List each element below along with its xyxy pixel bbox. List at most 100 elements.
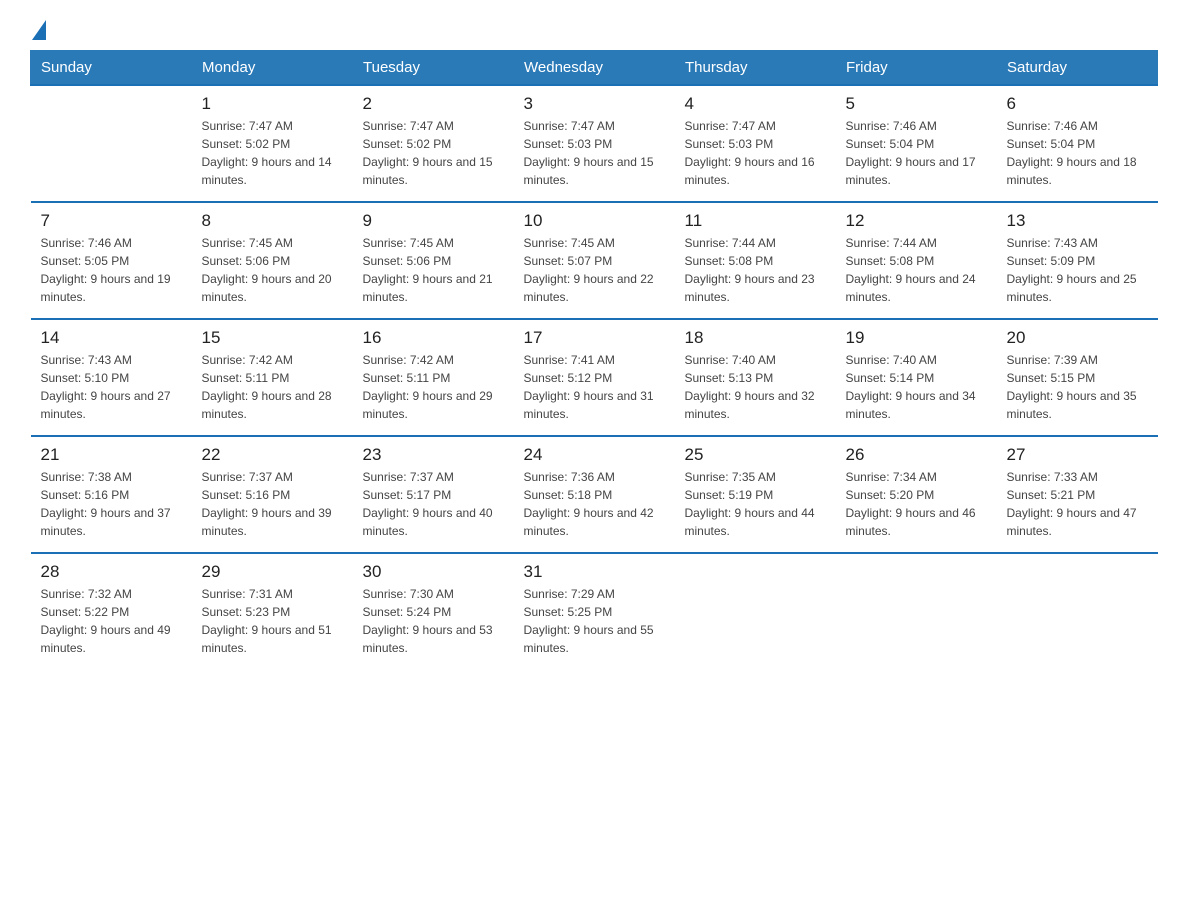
- day-info: Sunrise: 7:45 AMSunset: 5:06 PMDaylight:…: [202, 234, 343, 306]
- weekday-header-friday: Friday: [836, 51, 997, 86]
- calendar-week-row-2: 7Sunrise: 7:46 AMSunset: 5:05 PMDaylight…: [31, 202, 1158, 319]
- day-info: Sunrise: 7:43 AMSunset: 5:09 PMDaylight:…: [1007, 234, 1148, 306]
- calendar-week-row-4: 21Sunrise: 7:38 AMSunset: 5:16 PMDayligh…: [31, 436, 1158, 553]
- day-number: 13: [1007, 211, 1148, 231]
- calendar-cell: 12 Sunrise: 7:44 AMSunset: 5:08 PMDayligh…: [836, 202, 997, 319]
- day-info: Sunrise: 7:36 AMSunset: 5:18 PMDaylight:…: [524, 468, 665, 540]
- calendar-cell: 20Sunrise: 7:39 AMSunset: 5:15 PMDayligh…: [997, 319, 1158, 436]
- calendar-cell: 3 Sunrise: 7:47 AMSunset: 5:03 PMDaylight…: [514, 85, 675, 202]
- day-number: 2: [363, 94, 504, 114]
- weekday-header-row: SundayMondayTuesdayWednesdayThursdayFrid…: [31, 51, 1158, 86]
- calendar-cell: 30 Sunrise: 7:30 AMSunset: 5:24 PMDayligh…: [353, 553, 514, 669]
- calendar-cell: 5 Sunrise: 7:46 AMSunset: 5:04 PMDaylight…: [836, 85, 997, 202]
- day-number: 1: [202, 94, 343, 114]
- day-info: Sunrise: 7:37 AMSunset: 5:16 PMDaylight:…: [202, 468, 343, 540]
- calendar-cell: 11 Sunrise: 7:44 AMSunset: 5:08 PMDayligh…: [675, 202, 836, 319]
- calendar-cell: 8 Sunrise: 7:45 AMSunset: 5:06 PMDaylight…: [192, 202, 353, 319]
- day-number: 25: [685, 445, 826, 465]
- day-info: Sunrise: 7:30 AMSunset: 5:24 PMDaylight:…: [363, 585, 504, 657]
- day-info: Sunrise: 7:33 AMSunset: 5:21 PMDaylight:…: [1007, 468, 1148, 540]
- calendar-cell: [836, 553, 997, 669]
- weekday-header-saturday: Saturday: [997, 51, 1158, 86]
- day-info: Sunrise: 7:47 AMSunset: 5:03 PMDaylight:…: [524, 117, 665, 189]
- calendar-cell: 29Sunrise: 7:31 AMSunset: 5:23 PMDayligh…: [192, 553, 353, 669]
- day-info: Sunrise: 7:45 AMSunset: 5:06 PMDaylight:…: [363, 234, 504, 306]
- day-number: 14: [41, 328, 182, 348]
- calendar-cell: [997, 553, 1158, 669]
- day-info: Sunrise: 7:42 AMSunset: 5:11 PMDaylight:…: [363, 351, 504, 423]
- calendar-cell: 31 Sunrise: 7:29 AMSunset: 5:25 PMDayligh…: [514, 553, 675, 669]
- calendar-cell: 9 Sunrise: 7:45 AMSunset: 5:06 PMDaylight…: [353, 202, 514, 319]
- day-info: Sunrise: 7:32 AMSunset: 5:22 PMDaylight:…: [41, 585, 182, 657]
- day-info: Sunrise: 7:46 AMSunset: 5:04 PMDaylight:…: [1007, 117, 1148, 189]
- day-info: Sunrise: 7:47 AMSunset: 5:02 PMDaylight:…: [202, 117, 343, 189]
- day-number: 10: [524, 211, 665, 231]
- day-info: Sunrise: 7:39 AMSunset: 5:15 PMDaylight:…: [1007, 351, 1148, 423]
- calendar-cell: 28Sunrise: 7:32 AMSunset: 5:22 PMDayligh…: [31, 553, 192, 669]
- day-info: Sunrise: 7:41 AMSunset: 5:12 PMDaylight:…: [524, 351, 665, 423]
- day-number: 15: [202, 328, 343, 348]
- day-info: Sunrise: 7:29 AMSunset: 5:25 PMDaylight:…: [524, 585, 665, 657]
- weekday-header-tuesday: Tuesday: [353, 51, 514, 86]
- day-number: 30: [363, 562, 504, 582]
- day-info: Sunrise: 7:44 AMSunset: 5:08 PMDaylight:…: [685, 234, 826, 306]
- day-number: 5: [846, 94, 987, 114]
- calendar-cell: 15 Sunrise: 7:42 AMSunset: 5:11 PMDayligh…: [192, 319, 353, 436]
- day-number: 27: [1007, 445, 1148, 465]
- weekday-header-monday: Monday: [192, 51, 353, 86]
- day-number: 29: [202, 562, 343, 582]
- day-info: Sunrise: 7:45 AMSunset: 5:07 PMDaylight:…: [524, 234, 665, 306]
- weekday-header-thursday: Thursday: [675, 51, 836, 86]
- day-number: 18: [685, 328, 826, 348]
- day-info: Sunrise: 7:34 AMSunset: 5:20 PMDaylight:…: [846, 468, 987, 540]
- calendar-cell: 26 Sunrise: 7:34 AMSunset: 5:20 PMDayligh…: [836, 436, 997, 553]
- calendar-cell: 4 Sunrise: 7:47 AMSunset: 5:03 PMDaylight…: [675, 85, 836, 202]
- day-number: 6: [1007, 94, 1148, 114]
- calendar-cell: 25 Sunrise: 7:35 AMSunset: 5:19 PMDayligh…: [675, 436, 836, 553]
- calendar-cell: 7Sunrise: 7:46 AMSunset: 5:05 PMDaylight…: [31, 202, 192, 319]
- day-info: Sunrise: 7:44 AMSunset: 5:08 PMDaylight:…: [846, 234, 987, 306]
- calendar-cell: 10 Sunrise: 7:45 AMSunset: 5:07 PMDayligh…: [514, 202, 675, 319]
- day-number: 19: [846, 328, 987, 348]
- calendar-cell: 1 Sunrise: 7:47 AMSunset: 5:02 PMDaylight…: [192, 85, 353, 202]
- day-number: 3: [524, 94, 665, 114]
- day-number: 26: [846, 445, 987, 465]
- day-number: 9: [363, 211, 504, 231]
- day-number: 23: [363, 445, 504, 465]
- day-number: 16: [363, 328, 504, 348]
- calendar-week-row-1: 1 Sunrise: 7:47 AMSunset: 5:02 PMDaylight…: [31, 85, 1158, 202]
- calendar-cell: 19 Sunrise: 7:40 AMSunset: 5:14 PMDayligh…: [836, 319, 997, 436]
- day-info: Sunrise: 7:46 AMSunset: 5:04 PMDaylight:…: [846, 117, 987, 189]
- calendar-cell: 2 Sunrise: 7:47 AMSunset: 5:02 PMDaylight…: [353, 85, 514, 202]
- day-info: Sunrise: 7:43 AMSunset: 5:10 PMDaylight:…: [41, 351, 182, 423]
- weekday-header-sunday: Sunday: [31, 51, 192, 86]
- logo: [30, 20, 46, 40]
- calendar-cell: [31, 85, 192, 202]
- calendar-week-row-3: 14 Sunrise: 7:43 AMSunset: 5:10 PMDayligh…: [31, 319, 1158, 436]
- page-header: [30, 20, 1158, 40]
- day-number: 8: [202, 211, 343, 231]
- day-number: 31: [524, 562, 665, 582]
- calendar-cell: 27 Sunrise: 7:33 AMSunset: 5:21 PMDayligh…: [997, 436, 1158, 553]
- day-number: 7: [41, 211, 182, 231]
- day-number: 24: [524, 445, 665, 465]
- calendar-table: SundayMondayTuesdayWednesdayThursdayFrid…: [30, 50, 1158, 669]
- day-number: 11: [685, 211, 826, 231]
- day-info: Sunrise: 7:37 AMSunset: 5:17 PMDaylight:…: [363, 468, 504, 540]
- day-info: Sunrise: 7:47 AMSunset: 5:02 PMDaylight:…: [363, 117, 504, 189]
- day-info: Sunrise: 7:40 AMSunset: 5:14 PMDaylight:…: [846, 351, 987, 423]
- calendar-cell: 17 Sunrise: 7:41 AMSunset: 5:12 PMDayligh…: [514, 319, 675, 436]
- day-number: 22: [202, 445, 343, 465]
- day-info: Sunrise: 7:40 AMSunset: 5:13 PMDaylight:…: [685, 351, 826, 423]
- calendar-cell: 24 Sunrise: 7:36 AMSunset: 5:18 PMDayligh…: [514, 436, 675, 553]
- day-info: Sunrise: 7:35 AMSunset: 5:19 PMDaylight:…: [685, 468, 826, 540]
- day-info: Sunrise: 7:42 AMSunset: 5:11 PMDaylight:…: [202, 351, 343, 423]
- day-number: 17: [524, 328, 665, 348]
- calendar-cell: 16 Sunrise: 7:42 AMSunset: 5:11 PMDayligh…: [353, 319, 514, 436]
- day-number: 12: [846, 211, 987, 231]
- calendar-cell: [675, 553, 836, 669]
- calendar-cell: 23 Sunrise: 7:37 AMSunset: 5:17 PMDayligh…: [353, 436, 514, 553]
- day-info: Sunrise: 7:47 AMSunset: 5:03 PMDaylight:…: [685, 117, 826, 189]
- day-info: Sunrise: 7:38 AMSunset: 5:16 PMDaylight:…: [41, 468, 182, 540]
- day-number: 4: [685, 94, 826, 114]
